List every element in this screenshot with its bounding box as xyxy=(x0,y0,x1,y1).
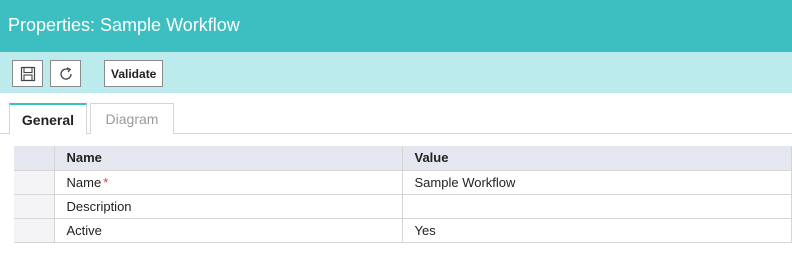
table-row[interactable]: Description xyxy=(14,194,792,219)
row-selector[interactable] xyxy=(14,194,55,219)
table-row[interactable]: Name * Sample Workflow xyxy=(14,170,792,195)
toolbar: Validate xyxy=(0,52,792,93)
column-header-name[interactable]: Name xyxy=(54,146,403,171)
tab-diagram[interactable]: Diagram xyxy=(90,103,174,134)
grid-header-row: Name Value xyxy=(14,146,792,171)
properties-grid: Name Value Name * Sample Workflow Descrip… xyxy=(14,146,792,243)
title-bar: Properties: Sample Workflow xyxy=(0,0,792,52)
property-name-cell: Description xyxy=(54,194,403,219)
table-row[interactable]: Active Yes xyxy=(14,218,792,243)
property-name-cell: Active xyxy=(54,218,403,243)
row-selector[interactable] xyxy=(14,218,55,243)
refresh-button[interactable] xyxy=(50,60,81,87)
column-header-value[interactable]: Value xyxy=(402,146,792,171)
property-name-cell: Name * xyxy=(54,170,403,195)
validate-button[interactable]: Validate xyxy=(104,60,164,87)
save-button[interactable] xyxy=(12,60,43,87)
property-name: Name xyxy=(66,174,102,190)
row-header-gutter xyxy=(14,146,55,171)
save-icon xyxy=(20,66,36,82)
row-selector[interactable] xyxy=(14,170,55,195)
page-title: Properties: Sample Workflow xyxy=(8,15,240,35)
property-value-cell[interactable]: Yes xyxy=(402,218,792,243)
required-marker: * xyxy=(103,174,109,190)
tab-general[interactable]: General xyxy=(9,103,87,134)
property-value-cell[interactable]: Sample Workflow xyxy=(402,170,792,195)
refresh-icon xyxy=(58,66,74,82)
tab-strip: General Diagram xyxy=(0,100,792,134)
property-value-cell[interactable] xyxy=(402,194,792,219)
